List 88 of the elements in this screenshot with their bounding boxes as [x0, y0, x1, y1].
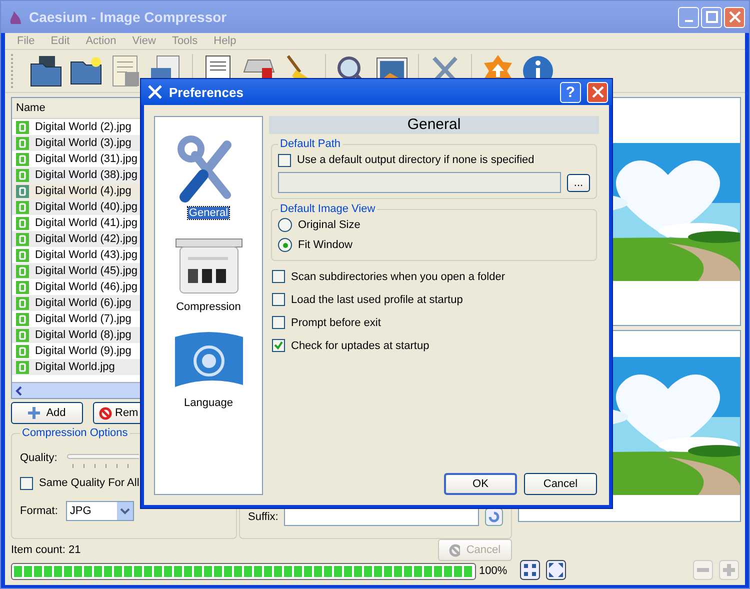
- group-title: Compression Options: [21, 427, 129, 439]
- path-field[interactable]: [278, 172, 561, 193]
- radio-button[interactable]: [278, 238, 292, 252]
- close-button[interactable]: [587, 82, 608, 102]
- file-name: Digital World (4).jpg: [35, 185, 132, 197]
- radio-label: Fit Window: [298, 239, 352, 251]
- file-icon: [16, 360, 29, 374]
- file-row[interactable]: Digital World (31).jpg: [12, 151, 237, 167]
- no-entry-icon: [99, 406, 112, 420]
- add-button[interactable]: Add: [11, 402, 83, 424]
- progress-percent: 100%: [479, 565, 508, 577]
- suffix-label: Suffix:: [248, 511, 278, 523]
- fullscreen-icon[interactable]: [546, 560, 566, 580]
- file-row[interactable]: Digital World (43).jpg: [12, 247, 237, 263]
- file-icon: [16, 200, 29, 214]
- item-count: Item count: 21: [11, 544, 81, 556]
- checkbox[interactable]: [272, 316, 285, 329]
- maximize-icon: [706, 11, 718, 23]
- file-name: Digital World (31).jpg: [35, 153, 138, 165]
- file-icon: [16, 232, 29, 246]
- checkbox[interactable]: [278, 154, 291, 166]
- file-name: Digital World (38).jpg: [35, 169, 138, 181]
- ok-button[interactable]: OK: [444, 473, 517, 495]
- browse-button[interactable]: ...: [567, 174, 590, 192]
- reset-icon[interactable]: [484, 508, 503, 526]
- fit-icon[interactable]: [520, 560, 540, 580]
- flame-icon: [9, 9, 23, 25]
- file-icon: [16, 264, 29, 278]
- file-icon: [16, 216, 29, 230]
- file-name: Digital World (43).jpg: [35, 249, 138, 261]
- help-button[interactable]: ?: [560, 82, 581, 102]
- file-row[interactable]: Digital World (46).jpg: [12, 279, 237, 295]
- file-icon: [16, 168, 29, 182]
- open-files-icon[interactable]: [29, 54, 63, 88]
- radio-button[interactable]: [278, 218, 292, 232]
- file-name: Digital World (41).jpg: [35, 217, 138, 229]
- file-icon: [16, 184, 29, 198]
- no-entry-icon: [448, 544, 460, 556]
- file-name: Digital World (6).jpg: [35, 297, 132, 309]
- radio-label: Original Size: [298, 219, 360, 231]
- file-icon: [16, 280, 29, 294]
- checkbox-label: Check for uptades at startup: [291, 340, 430, 352]
- checkbox[interactable]: [20, 476, 33, 490]
- file-icon: [16, 136, 29, 150]
- checkbox-label: Prompt before exit: [291, 316, 381, 328]
- file-icon: [16, 312, 29, 326]
- checkbox[interactable]: [272, 293, 285, 306]
- file-icon: [16, 296, 29, 310]
- file-name: Digital World (46).jpg: [35, 281, 138, 293]
- file-name: Digital World (2).jpg: [35, 121, 132, 133]
- minimize-icon: [684, 20, 692, 22]
- file-name: Digital World (45).jpg: [35, 265, 138, 277]
- close-icon: [728, 11, 740, 23]
- file-icon: [16, 248, 29, 262]
- file-name: Digital World (8).jpg: [35, 329, 132, 341]
- page-header: General: [269, 116, 599, 134]
- format-dropdown[interactable]: JPG: [66, 501, 134, 521]
- file-name: Digital World (42).jpg: [35, 233, 138, 245]
- dialog-title: Preferences: [169, 84, 244, 100]
- file-icon: [16, 152, 29, 166]
- file-name: Digital World.jpg: [35, 361, 115, 373]
- close-icon: [592, 86, 604, 98]
- window-title: Caesium - Image Compressor: [29, 9, 227, 25]
- suffix-field[interactable]: [284, 508, 479, 526]
- checkbox-label: Scan subdirectories when you open a folder: [291, 270, 506, 282]
- checkbox[interactable]: [272, 339, 285, 352]
- file-name: Digital World (40).jpg: [35, 201, 138, 213]
- format-label: Format:: [20, 505, 58, 517]
- checkbox[interactable]: [272, 270, 285, 283]
- file-row[interactable]: Digital World (2).jpg: [12, 119, 237, 135]
- close-button[interactable]: [724, 6, 745, 28]
- file-name: Digital World (7).jpg: [35, 313, 132, 325]
- group-title: Default Path: [279, 138, 342, 150]
- checkbox-label: Load the last used profile at startup: [291, 294, 463, 306]
- file-icon: [16, 120, 29, 134]
- page-label[interactable]: General: [188, 207, 230, 219]
- cancel-button[interactable]: Cancel: [524, 473, 597, 495]
- checkbox-label: Use a default output directory if none is specified: [297, 154, 534, 166]
- page-label[interactable]: Language: [183, 397, 234, 409]
- group-title: Default Image View: [279, 203, 376, 215]
- file-icon: [16, 344, 29, 358]
- file-row[interactable]: Digital World (9).jpg: [12, 343, 237, 359]
- file-icon: [16, 328, 29, 342]
- plus-icon: [28, 407, 40, 419]
- file-name: Digital World (3).jpg: [35, 137, 132, 149]
- file-name: Digital World (9).jpg: [35, 345, 132, 357]
- same-quality-label: Same Quality For All: [39, 477, 140, 489]
- quality-label: Quality:: [20, 452, 58, 464]
